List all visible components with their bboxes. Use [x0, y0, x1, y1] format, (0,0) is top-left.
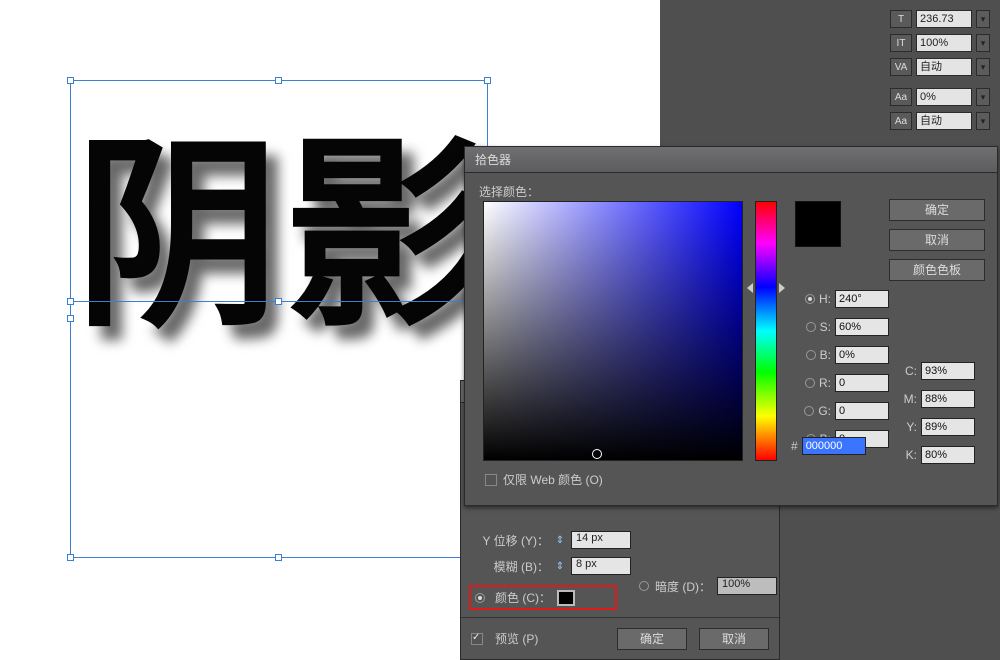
- dialog-title[interactable]: 拾色器: [465, 147, 997, 173]
- y-field[interactable]: 89%: [921, 418, 975, 436]
- handle-tm[interactable]: [275, 77, 282, 84]
- vertical-scale-icon: IT: [890, 34, 912, 52]
- handle-tr[interactable]: [484, 77, 491, 84]
- g-label: G:: [818, 404, 831, 418]
- baseline-handle[interactable]: [67, 298, 74, 305]
- hue-arrow-icon: [779, 283, 785, 293]
- h-label: H:: [819, 292, 831, 306]
- dropdown-icon[interactable]: ▾: [976, 34, 990, 52]
- cancel-button[interactable]: 取消: [889, 229, 985, 251]
- shadow-color-swatch[interactable]: [557, 590, 575, 606]
- web-only-checkbox[interactable]: [485, 474, 497, 486]
- baseline-handle[interactable]: [275, 298, 282, 305]
- preview-checkbox[interactable]: [471, 633, 483, 645]
- handle-bl[interactable]: [67, 554, 74, 561]
- ok-button[interactable]: 确定: [889, 199, 985, 221]
- y-offset-field[interactable]: 14 px: [571, 531, 631, 549]
- cmyk-fields: C: 93% M: 88% Y: 89% K: 80%: [899, 359, 969, 467]
- r-label: R:: [819, 376, 831, 390]
- handle-ml[interactable]: [67, 315, 74, 322]
- s-radio[interactable]: [806, 322, 816, 332]
- ok-button[interactable]: 确定: [617, 628, 687, 650]
- opacity-label: 暗度 (D)：: [655, 578, 711, 595]
- kerning-field[interactable]: 自动: [916, 58, 972, 76]
- tracking-field[interactable]: 自动: [916, 112, 972, 130]
- sv-cursor[interactable]: [592, 449, 602, 459]
- r-radio[interactable]: [805, 378, 815, 388]
- dropdown-icon[interactable]: ▾: [976, 112, 990, 130]
- opacity-radio[interactable]: [639, 581, 649, 591]
- b-radio[interactable]: [806, 350, 816, 360]
- hue-arrow-icon: [747, 283, 753, 293]
- s-label: S:: [820, 320, 831, 334]
- blur-field[interactable]: 8 px: [571, 557, 631, 575]
- tracking-icon: Aa: [890, 112, 912, 130]
- handle-tl[interactable]: [67, 77, 74, 84]
- k-field[interactable]: 80%: [921, 446, 975, 464]
- s-field[interactable]: 60%: [835, 318, 889, 336]
- y-offset-label: Y 位移 (Y)：: [469, 532, 549, 549]
- current-color-swatch: [795, 201, 841, 247]
- k-label: K:: [899, 448, 917, 462]
- font-size-icon: T: [890, 10, 912, 28]
- color-picker-dialog: 拾色器 选择颜色： 确定 取消 颜色色板 H: 240° S: 60% B: 0…: [464, 146, 998, 506]
- link-icon[interactable]: ⇕: [555, 561, 565, 572]
- baseline-shift-icon: Aa: [890, 88, 912, 106]
- c-label: C:: [899, 364, 917, 378]
- blur-label: 模糊 (B)：: [469, 558, 549, 575]
- m-label: M:: [899, 392, 917, 406]
- font-size-field[interactable]: 236.73: [916, 10, 972, 28]
- color-label: 颜色 (C)：: [491, 589, 551, 606]
- dropdown-icon[interactable]: ▾: [976, 88, 990, 106]
- hash-label: #: [791, 439, 798, 453]
- vertical-scale-field[interactable]: 100%: [916, 34, 972, 52]
- selection-bounding-box[interactable]: [70, 80, 488, 558]
- h-radio[interactable]: [805, 294, 815, 304]
- c-field[interactable]: 93%: [921, 362, 975, 380]
- m-field[interactable]: 88%: [921, 390, 975, 408]
- handle-bm[interactable]: [275, 554, 282, 561]
- choose-color-label: 选择颜色：: [479, 183, 983, 200]
- b-field[interactable]: 0%: [835, 346, 889, 364]
- y-label: Y:: [899, 420, 917, 434]
- preview-label: 预览 (P): [495, 630, 538, 647]
- web-only-label: 仅限 Web 颜色 (O): [503, 471, 603, 488]
- hex-field[interactable]: 000000: [802, 437, 866, 455]
- h-field[interactable]: 240°: [835, 290, 889, 308]
- b-label: B:: [820, 348, 831, 362]
- link-icon[interactable]: ⇕: [555, 535, 565, 546]
- swatches-button[interactable]: 颜色色板: [889, 259, 985, 281]
- r-field[interactable]: 0: [835, 374, 889, 392]
- cancel-button[interactable]: 取消: [699, 628, 769, 650]
- opacity-field[interactable]: 100%: [717, 577, 777, 595]
- kerning-icon: VA: [890, 58, 912, 76]
- hsb-rgb-fields: H: 240° S: 60% B: 0% R: 0 G: 0 B: 0: [791, 287, 889, 451]
- dropdown-icon[interactable]: ▾: [976, 58, 990, 76]
- g-radio[interactable]: [804, 406, 814, 416]
- color-radio[interactable]: [475, 593, 485, 603]
- g-field[interactable]: 0: [835, 402, 889, 420]
- baseline-shift-field[interactable]: 0%: [916, 88, 972, 106]
- saturation-value-box[interactable]: [483, 201, 743, 461]
- dropdown-icon[interactable]: ▾: [976, 10, 990, 28]
- hue-slider[interactable]: [755, 201, 777, 461]
